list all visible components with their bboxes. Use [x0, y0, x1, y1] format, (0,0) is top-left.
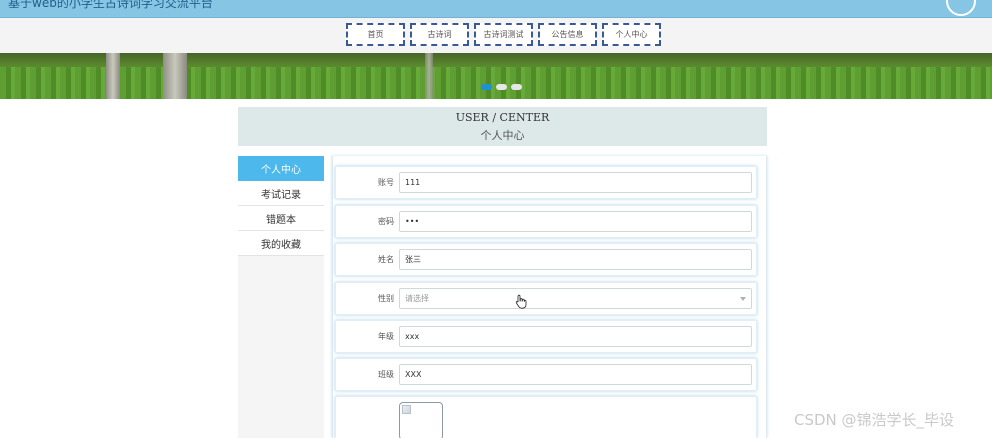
password-input[interactable]: ••• — [399, 211, 752, 232]
avatar-upload[interactable] — [399, 402, 443, 438]
banner-tree — [106, 53, 120, 99]
banner-tree — [425, 53, 433, 99]
carousel-dot-1[interactable] — [481, 84, 492, 90]
nav-poems[interactable]: 古诗词 — [410, 23, 469, 46]
grade-input[interactable]: xxx — [399, 326, 752, 347]
sidebar-item-wrong-answers[interactable]: 错题本 — [238, 206, 324, 231]
nav-announcements[interactable]: 公告信息 — [538, 23, 597, 46]
sidebar-item-favorites[interactable]: 我的收藏 — [238, 231, 324, 256]
hand-cursor-icon — [515, 294, 527, 309]
name-label: 姓名 — [378, 255, 394, 264]
form-row-gender: 性别 请选择 — [335, 282, 757, 315]
main-nav: 首页 古诗词 古诗词测试 公告信息 个人中心 — [0, 18, 992, 53]
form-row-account: 账号 111 — [335, 166, 757, 199]
name-input[interactable]: 张三 — [399, 249, 752, 270]
banner-carousel — [0, 53, 992, 99]
grade-label: 年级 — [378, 332, 394, 341]
carousel-dot-3[interactable] — [511, 84, 522, 90]
carousel-dot-2[interactable] — [496, 84, 507, 90]
banner-tree — [163, 53, 187, 99]
top-bar: 基于web的小学生古诗词学习交流平台 — [0, 0, 992, 18]
site-title: 基于web的小学生古诗词学习交流平台 — [8, 0, 213, 10]
gender-label: 性别 — [378, 294, 394, 303]
page-title-cn: 个人中心 — [480, 129, 525, 142]
chevron-down-icon — [740, 297, 746, 301]
sidebar-item-exam-records[interactable]: 考试记录 — [238, 181, 324, 206]
account-input[interactable]: 111 — [399, 172, 752, 193]
form-row-name: 姓名 张三 — [335, 243, 757, 276]
watermark: CSDN @锦浩学长_毕设 — [794, 411, 955, 429]
nav-user-center[interactable]: 个人中心 — [602, 23, 661, 46]
class-input[interactable]: XXX — [399, 364, 752, 385]
broken-image-icon — [402, 405, 411, 414]
carousel-dots — [481, 84, 522, 90]
account-label: 账号 — [378, 178, 394, 187]
gender-placeholder: 请选择 — [405, 294, 429, 303]
gender-select[interactable]: 请选择 — [399, 288, 752, 309]
nav-poem-test[interactable]: 古诗词测试 — [474, 23, 533, 46]
form-row-class: 班级 XXX — [335, 358, 757, 391]
password-label: 密码 — [378, 217, 394, 226]
sidebar: 个人中心 考试记录 错题本 我的收藏 — [238, 156, 324, 438]
page-title-en: USER / CENTER — [455, 111, 550, 124]
user-avatar-icon[interactable] — [946, 0, 976, 16]
form-row-grade: 年级 xxx — [335, 320, 757, 353]
nav-home[interactable]: 首页 — [346, 23, 405, 46]
sidebar-item-user-center[interactable]: 个人中心 — [238, 156, 324, 181]
page-title: USER / CENTER 个人中心 — [238, 107, 767, 146]
form-row-avatar — [335, 396, 757, 438]
class-label: 班级 — [378, 370, 394, 379]
profile-form: 账号 111 密码 ••• 姓名 张三 性别 请选择 年级 xxx 班级 XXX — [332, 156, 767, 438]
form-row-password: 密码 ••• — [335, 205, 757, 238]
